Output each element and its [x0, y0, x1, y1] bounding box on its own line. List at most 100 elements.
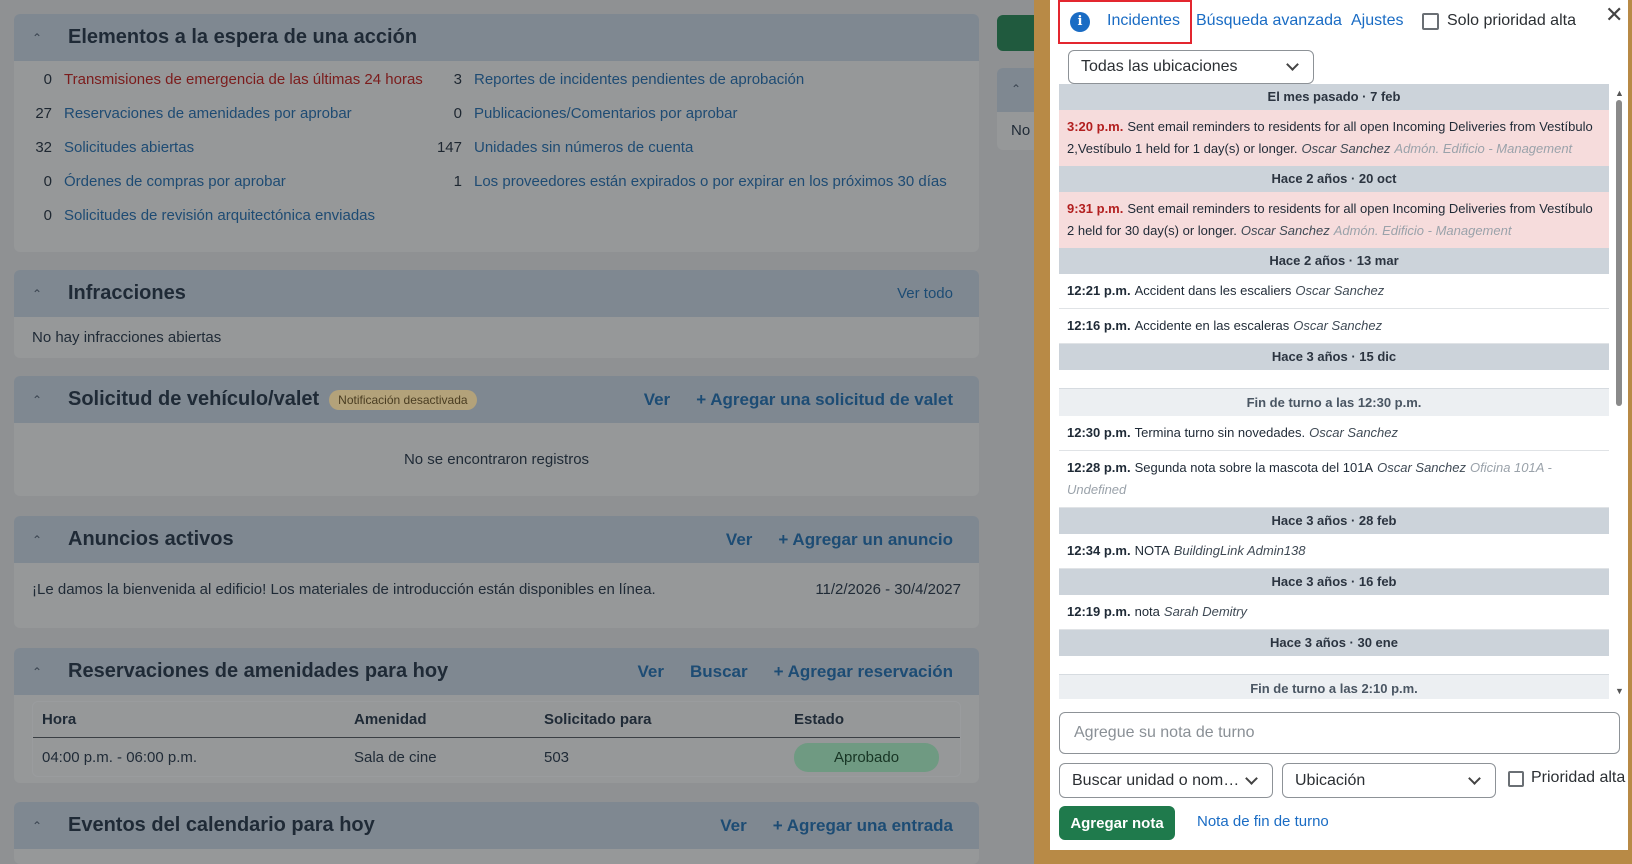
status-badge: Aprobado: [794, 742, 940, 772]
pending-link[interactable]: Reportes de incidentes pendientes de apr…: [474, 71, 804, 88]
shift-end-header: Fin de turno a las 2:10 p.m.: [1059, 674, 1609, 699]
pending-item[interactable]: 27 Reservaciones de amenidades por aproba…: [14, 105, 352, 122]
announcements-header[interactable]: ⌃ Anuncios activos Ver + Agregar un anun…: [14, 516, 979, 563]
pending-item[interactable]: 3 Reportes de incidentes pendientes de ap…: [424, 71, 805, 88]
high-priority-only-checkbox[interactable]: [1422, 13, 1439, 30]
log-entry[interactable]: 12:16 p.m. Accidente en las escaleras Osca…: [1059, 309, 1609, 344]
info-icon[interactable]: i: [1070, 12, 1090, 32]
pending-link[interactable]: Solicitudes de revisión arquitectónica e…: [64, 207, 375, 224]
entry-author[interactable]: Oscar Sanchez: [1293, 318, 1382, 333]
entry-author[interactable]: Oscar Sanchez: [1295, 283, 1384, 298]
add-announcement-link[interactable]: + Agregar un anuncio: [778, 530, 953, 550]
scroll-down-icon[interactable]: ▼: [1615, 686, 1624, 696]
column-header-requested-for: Solicitado para: [544, 711, 652, 728]
close-icon[interactable]: ✕: [1605, 2, 1623, 28]
shift-log-panel: i Incidentes Búsqueda avanzada Ajustes S…: [1050, 0, 1628, 850]
log-entry[interactable]: 12:19 p.m. nota Sarah Demitry: [1059, 595, 1609, 630]
scrollbar-thumb[interactable]: [1616, 100, 1622, 406]
pending-count: 0: [43, 173, 52, 190]
pending-link[interactable]: Unidades sin números de cuenta: [474, 139, 693, 156]
pending-item[interactable]: 0 Solicitudes de revisión arquitectónica …: [14, 207, 375, 224]
pending-link[interactable]: Publicaciones/Comentarios por aprobar: [474, 105, 737, 122]
log-entry[interactable]: 12:30 p.m. Termina turno sin novedades. Os…: [1059, 416, 1609, 451]
chevron-up-icon[interactable]: ⌃: [32, 31, 50, 45]
violations-card: ⌃ Infracciones Ver todo No hay infraccio…: [14, 270, 979, 358]
pending-item[interactable]: 0 Órdenes de compras por aprobar: [14, 173, 286, 190]
announcements-view-link[interactable]: Ver: [726, 530, 752, 550]
shift-note-placeholder: Agregue su nota de turno: [1074, 724, 1255, 741]
valet-header[interactable]: ⌃ Solicitud de vehículo/valet Notificació…: [14, 376, 979, 423]
location-filter-select[interactable]: Todas las ubicaciones: [1068, 50, 1314, 84]
add-reservation-link[interactable]: + Agregar reservación: [774, 662, 953, 682]
log-entry[interactable]: 12:28 p.m. Segunda nota sobre la mascota …: [1059, 451, 1609, 508]
reservations-table: Hora Amenidad Solicitado para Estado 04:…: [32, 701, 961, 777]
entry-author[interactable]: Oscar Sanchez: [1377, 460, 1466, 475]
pending-item[interactable]: 0 Publicaciones/Comentarios por aprobar: [424, 105, 738, 122]
entry-time: 12:21 p.m.: [1067, 283, 1131, 298]
date-header: Hace 3 años · 30 ene: [1059, 630, 1609, 656]
tab-advanced-search[interactable]: Búsqueda avanzada: [1196, 12, 1342, 30]
pending-item[interactable]: 147 Unidades sin números de cuenta: [424, 139, 693, 156]
pending-link[interactable]: Los proveedores están expirados o por ex…: [474, 173, 947, 190]
pending-link[interactable]: Órdenes de compras por aprobar: [64, 173, 286, 190]
entry-location: Admón. Edificio - Management: [1394, 141, 1573, 156]
feed-spacer: [1059, 370, 1609, 388]
chevron-up-icon[interactable]: ⌃: [32, 819, 50, 833]
violations-view-all-link[interactable]: Ver todo: [897, 285, 953, 302]
pending-link[interactable]: Solicitudes abiertas: [64, 139, 194, 156]
reservations-header[interactable]: ⌃ Reservaciones de amenidades para hoy V…: [14, 648, 979, 695]
entry-text: Accident dans les escaliers: [1134, 283, 1292, 298]
pending-item[interactable]: 0 Transmisiones de emergencia de las últi…: [14, 71, 423, 88]
location-select-value: Ubicación: [1295, 771, 1366, 789]
high-priority-checkbox[interactable]: [1508, 771, 1524, 787]
log-entry[interactable]: 9:31 p.m. Sent email reminders to residen…: [1059, 192, 1609, 248]
feed-scrollbar[interactable]: ▲ ▼: [1614, 88, 1624, 696]
valet-view-link[interactable]: Ver: [644, 390, 670, 410]
entry-time: 12:34 p.m.: [1067, 543, 1131, 558]
pending-count: 1: [453, 173, 462, 190]
entry-author[interactable]: BuildingLink Admin138: [1174, 543, 1306, 558]
add-valet-request-link[interactable]: + Agregar una solicitud de valet: [696, 390, 953, 410]
pending-items-card: ⌃ Elementos a la espera de una acción 0T…: [14, 14, 979, 252]
chevron-down-icon: [1245, 771, 1258, 785]
reservations-search-link[interactable]: Buscar: [690, 662, 748, 682]
announcement-row[interactable]: ¡Le damos la bienvenida al edificio! Los…: [14, 563, 979, 616]
unit-search-select[interactable]: Buscar unidad o nom…: [1059, 763, 1273, 798]
chevron-up-icon[interactable]: ⌃: [32, 665, 50, 679]
add-calendar-entry-link[interactable]: + Agregar una entrada: [773, 816, 953, 836]
pending-link[interactable]: Reservaciones de amenidades por aprobar: [64, 105, 352, 122]
tab-incidents[interactable]: Incidentes: [1107, 12, 1180, 30]
entry-author[interactable]: Oscar Sanchez: [1241, 223, 1330, 238]
violations-header[interactable]: ⌃ Infracciones Ver todo: [14, 270, 979, 317]
calendar-header[interactable]: ⌃ Eventos del calendario para hoy Ver + …: [14, 802, 979, 849]
calendar-view-link[interactable]: Ver: [720, 816, 746, 836]
pending-item[interactable]: 32 Solicitudes abiertas: [14, 139, 194, 156]
entry-author[interactable]: Oscar Sanchez: [1302, 141, 1391, 156]
shift-log-feed[interactable]: El mes pasado · 7 feb 3:20 p.m. Sent email…: [1059, 84, 1609, 699]
chevron-down-icon: [1286, 58, 1299, 71]
pending-link[interactable]: Transmisiones de emergencia de las últim…: [64, 71, 423, 88]
chevron-up-icon[interactable]: ⌃: [32, 287, 50, 301]
pending-items-header[interactable]: ⌃ Elementos a la espera de una acción: [14, 14, 979, 61]
log-entry[interactable]: 12:21 p.m. Accident dans les escaliers Osc…: [1059, 274, 1609, 309]
log-entry[interactable]: 3:20 p.m. Sent email reminders to residen…: [1059, 110, 1609, 166]
scroll-up-icon[interactable]: ▲: [1615, 88, 1624, 98]
chevron-up-icon[interactable]: ⌃: [32, 533, 50, 547]
chevron-up-icon[interactable]: ⌃: [1011, 82, 1021, 96]
reservations-view-link[interactable]: Ver: [637, 662, 663, 682]
add-note-button[interactable]: Agregar nota: [1059, 806, 1175, 840]
pending-count: 0: [43, 207, 52, 224]
unit-search-value: Buscar unidad o nom…: [1072, 771, 1240, 789]
tab-settings[interactable]: Ajustes: [1351, 12, 1403, 30]
entry-author[interactable]: Oscar Sanchez: [1309, 425, 1398, 440]
pending-item[interactable]: 1 Los proveedores están expirados o por e…: [424, 173, 947, 190]
panel-border-right: [1628, 0, 1632, 864]
shift-note-input[interactable]: Agregue su nota de turno: [1059, 712, 1620, 754]
table-row[interactable]: 04:00 p.m. - 06:00 p.m. Sala de cine 503…: [33, 738, 960, 776]
end-shift-note-link[interactable]: Nota de fin de turno: [1197, 813, 1329, 830]
valet-title: Solicitud de vehículo/valet: [68, 388, 320, 410]
location-select[interactable]: Ubicación: [1282, 763, 1496, 798]
log-entry[interactable]: 12:34 p.m. NOTA BuildingLink Admin138: [1059, 534, 1609, 569]
chevron-up-icon[interactable]: ⌃: [32, 393, 50, 407]
entry-author[interactable]: Sarah Demitry: [1164, 604, 1247, 619]
